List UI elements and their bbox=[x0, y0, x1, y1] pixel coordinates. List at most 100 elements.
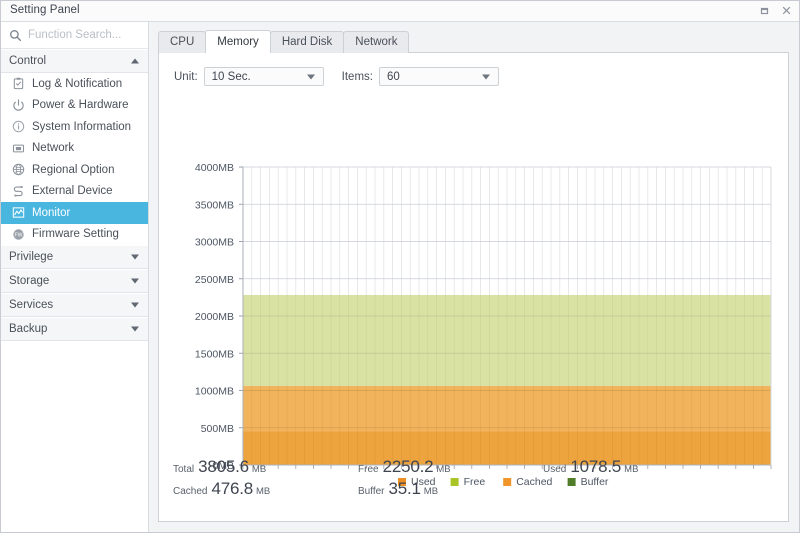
svg-text:3000MB: 3000MB bbox=[195, 237, 234, 249]
main-content: CPU Memory Hard Disk Network Unit: 10 Se… bbox=[149, 22, 799, 532]
search-row[interactable] bbox=[1, 22, 148, 49]
memory-chart: 0MB 500MB 1000MB 1500MB 2000MB 2500MB 3000MB 35… bbox=[159, 101, 790, 501]
stat-unit: MB bbox=[256, 486, 271, 497]
tab-label: Memory bbox=[217, 36, 259, 48]
memory-chart-svg: 0MB500MB1000MB1500MB2000MB2500MB3000MB35… bbox=[195, 162, 772, 488]
stat-used: Used 1078.5 MB bbox=[543, 457, 728, 477]
stat-total: Total 3805.6 MB bbox=[173, 457, 358, 477]
sidebar-item-label: Network bbox=[32, 142, 75, 155]
chart-controls: Unit: 10 Sec. Items: 60 bbox=[174, 67, 499, 86]
items-label: Items: bbox=[341, 70, 373, 83]
stat-value: 35.1 bbox=[388, 479, 421, 498]
stat-label: Cached bbox=[173, 486, 208, 497]
svg-text:1000MB: 1000MB bbox=[195, 386, 234, 398]
unit-label: Unit: bbox=[174, 70, 198, 83]
sidebar-item-label: Regional Option bbox=[32, 163, 115, 176]
usb-icon bbox=[11, 184, 25, 198]
stat-unit: MB bbox=[251, 464, 267, 475]
close-icon[interactable] bbox=[780, 4, 793, 17]
chevron-down-icon bbox=[481, 74, 490, 79]
stat-label: Free bbox=[358, 464, 379, 475]
stat-label: Used bbox=[543, 464, 567, 475]
tab-network[interactable]: Network bbox=[343, 31, 410, 53]
stat-value: 1078.5 bbox=[570, 457, 622, 476]
sidebar-item-firmware-setting[interactable]: FW Firmware Setting bbox=[1, 223, 148, 245]
sidebar-group-services[interactable]: Services bbox=[1, 293, 148, 317]
items-select[interactable]: 60 bbox=[378, 67, 499, 86]
tab-memory[interactable]: Memory bbox=[205, 30, 271, 53]
unit-select[interactable]: 10 Sec. bbox=[203, 67, 324, 86]
sidebar-group-control[interactable]: Control bbox=[1, 49, 148, 73]
svg-text:3500MB: 3500MB bbox=[195, 199, 234, 211]
title-bar: Setting Panel bbox=[1, 1, 799, 22]
stat-value: 2250.2 bbox=[382, 457, 434, 476]
sidebar-group-label: Control bbox=[9, 55, 47, 67]
svg-text:500MB: 500MB bbox=[201, 423, 234, 435]
search-icon bbox=[9, 29, 22, 42]
setting-panel-window: Setting Panel Function Search... Control… bbox=[0, 0, 800, 533]
svg-text:2000MB: 2000MB bbox=[195, 311, 234, 323]
sidebar-group-label: Storage bbox=[9, 275, 50, 287]
memory-stats: Total 3805.6 MB Free 2250.2 MB Used 1078.5 MB … bbox=[173, 457, 773, 501]
stat-label: Total bbox=[173, 464, 195, 475]
sidebar-group-label: Privilege bbox=[9, 251, 54, 263]
sidebar-item-power-hardware[interactable]: Power & Hardware bbox=[1, 94, 148, 116]
tab-label: Network bbox=[355, 36, 398, 48]
svg-text:2500MB: 2500MB bbox=[195, 274, 234, 286]
stat-value: 476.8 bbox=[211, 479, 254, 498]
tab-bar: CPU Memory Hard Disk Network bbox=[158, 30, 410, 53]
chevron-down-icon bbox=[131, 254, 139, 260]
svg-text:FW: FW bbox=[14, 232, 22, 238]
clipboard-check-icon bbox=[11, 77, 25, 91]
sidebar-group-privilege[interactable]: Privilege bbox=[1, 245, 148, 269]
sidebar-item-label: Monitor bbox=[32, 206, 71, 219]
sidebar-group-storage[interactable]: Storage bbox=[1, 269, 148, 293]
stat-value: 3805.6 bbox=[198, 457, 249, 476]
chevron-up-icon bbox=[131, 58, 139, 64]
stat-free: Free 2250.2 MB bbox=[358, 457, 543, 477]
globe-icon bbox=[11, 163, 25, 177]
chevron-down-icon bbox=[131, 278, 139, 284]
firmware-badge-icon: FW bbox=[11, 227, 25, 241]
stat-buffer: Buffer 35.1 MB bbox=[358, 479, 543, 499]
sidebar-item-log-notification[interactable]: Log & Notification bbox=[1, 73, 148, 95]
window-buttons bbox=[758, 4, 793, 17]
power-icon bbox=[11, 98, 25, 112]
sidebar-group-backup[interactable]: Backup bbox=[1, 317, 148, 341]
sidebar-item-monitor[interactable]: Monitor bbox=[1, 202, 148, 224]
sidebar-filler bbox=[1, 341, 148, 401]
sidebar-group-label: Services bbox=[9, 299, 54, 311]
svg-text:1500MB: 1500MB bbox=[195, 348, 234, 360]
stat-unit: MB bbox=[436, 464, 451, 475]
sidebar-item-external-device[interactable]: External Device bbox=[1, 180, 148, 202]
stat-cached: Cached 476.8 MB bbox=[173, 479, 358, 499]
sidebar-item-label: Power & Hardware bbox=[32, 99, 129, 112]
svg-text:4000MB: 4000MB bbox=[195, 162, 234, 174]
sidebar-item-label: External Device bbox=[32, 185, 113, 198]
chevron-down-icon bbox=[131, 302, 139, 308]
chevron-down-icon bbox=[131, 326, 139, 332]
info-circle-icon bbox=[11, 120, 25, 134]
stat-unit: MB bbox=[624, 464, 639, 475]
sidebar-group-label: Backup bbox=[9, 323, 48, 335]
tab-hard-disk[interactable]: Hard Disk bbox=[269, 31, 345, 53]
unit-value: 10 Sec. bbox=[211, 70, 251, 83]
stat-unit: MB bbox=[423, 486, 439, 497]
sidebar-item-label: Firmware Setting bbox=[32, 228, 119, 241]
sidebar-item-label: Log & Notification bbox=[32, 77, 123, 90]
sidebar: Control Log & Notification Power & Hardw bbox=[1, 22, 149, 532]
sidebar-item-network[interactable]: Network bbox=[1, 137, 148, 159]
sidebar-item-regional-option[interactable]: Regional Option bbox=[1, 159, 148, 181]
tab-label: Hard Disk bbox=[281, 36, 333, 48]
sidebar-item-label: System Information bbox=[32, 120, 132, 133]
restore-button[interactable] bbox=[758, 4, 771, 17]
sidebar-item-system-information[interactable]: System Information bbox=[1, 116, 148, 138]
tab-label: CPU bbox=[170, 36, 195, 48]
stat-label: Buffer bbox=[358, 486, 385, 497]
items-value: 60 bbox=[386, 70, 400, 83]
chart-line-icon bbox=[11, 206, 25, 220]
network-card-icon bbox=[11, 141, 25, 155]
tab-cpu[interactable]: CPU bbox=[158, 31, 207, 53]
memory-panel: Unit: 10 Sec. Items: 60 0MB 500MB 1000MB 15… bbox=[158, 52, 789, 522]
search-input[interactable] bbox=[28, 29, 140, 41]
